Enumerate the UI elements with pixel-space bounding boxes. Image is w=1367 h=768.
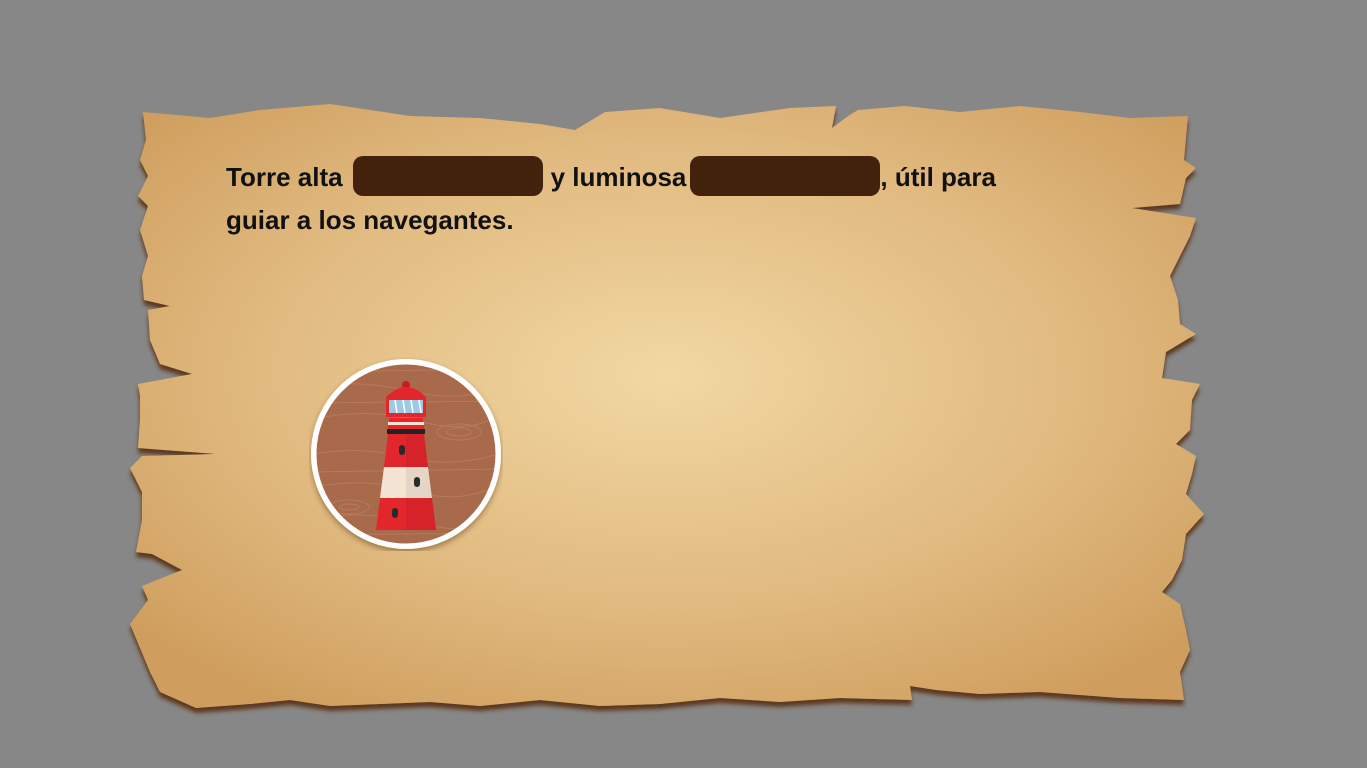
riddle-sentence: Torre alta y luminosa , útil para guiar a …	[226, 156, 1066, 242]
sentence-text-part1: Torre alta	[226, 162, 343, 192]
sentence-text-part3: , útil para	[880, 162, 996, 192]
sentence-line-1: Torre alta y luminosa , útil para	[226, 156, 1066, 199]
lighthouse-image-card[interactable]	[309, 357, 503, 551]
game-stage: Torre alta y luminosa , útil para guiar a …	[0, 0, 1367, 768]
answer-slot-1[interactable]	[352, 156, 543, 197]
parchment-board	[130, 104, 1204, 708]
answer-slot-2[interactable]	[690, 156, 881, 197]
sentence-line-2: guiar a los navegantes.	[226, 205, 514, 235]
sentence-text-part2: y luminosa	[550, 162, 687, 192]
lighthouse-icon	[311, 359, 501, 549]
